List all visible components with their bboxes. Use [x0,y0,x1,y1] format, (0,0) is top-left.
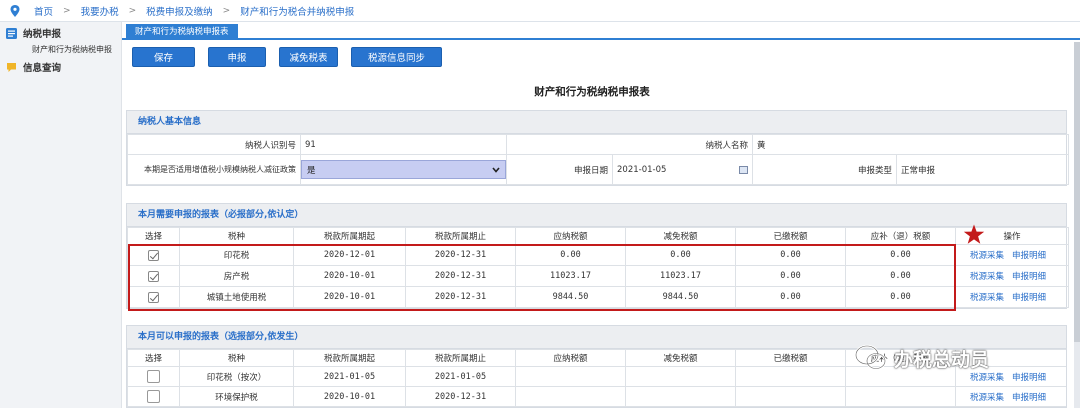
taxpayer-id-label: 纳税人识别号 [127,134,301,155]
source-collect-link[interactable]: 税源采集 [970,393,1004,403]
column-header: 选择 [127,349,180,367]
period-start-cell: 2021-01-05 [293,366,406,387]
tax-type-cell: 印花税（按次） [179,366,294,387]
paid-cell [735,366,846,387]
due-cell [845,386,956,407]
small-scale-select-value: 是 [307,165,316,176]
highlight-box [128,244,956,311]
table-row: 环境保护税 2020-10-01 2020-12-31 税源采集 申报明细 [127,386,1066,407]
breadcrumb-separator: > [222,5,231,16]
breadcrumb-separator: > [63,5,71,16]
column-header: 减免税额 [625,227,736,245]
source-collect-link[interactable]: 税源采集 [970,251,1004,261]
reduce-cell [625,366,736,387]
declare-button[interactable]: 申报 [208,47,266,67]
column-header: 选择 [127,227,180,245]
declare-detail-link[interactable]: 申报明细 [1012,373,1046,383]
period-start-cell: 2020-10-01 [293,386,406,407]
breadcrumb-current[interactable]: 财产和行为税合并纳税申报 [240,4,354,18]
select-cell [127,366,180,387]
star-icon [963,224,985,244]
basic-info-table: 纳税人识别号 91 纳税人名称 黄 本期是否适用增值税小规模纳税人减征政策 是 … [127,134,1070,185]
sync-source-button[interactable]: 税源信息同步 [351,47,442,67]
column-header: 减免税额 [625,349,736,367]
small-scale-select[interactable]: 是 [301,160,506,179]
sidebar-item-property-declare[interactable]: 财产和行为税纳税申报 [0,42,121,58]
date-value: 2021-01-05 [617,164,667,175]
save-button[interactable]: 保存 [132,47,195,67]
watermark-text: 办税总动员 [894,348,990,371]
watermark: 办税总动员 [854,344,989,372]
actions-cell: 税源采集 申报明细 [955,265,1069,287]
payable-cell [515,366,626,387]
payable-cell [515,386,626,407]
date-label: 申报日期 [506,154,613,185]
sidebar-group-label: 纳税申报 [23,29,62,40]
paid-cell [735,386,846,407]
calendar-icon[interactable] [739,165,749,174]
column-header: 税种 [179,349,294,367]
tab-property-declare[interactable]: 财产和行为税纳税申报表 [126,24,238,40]
breadcrumb-home[interactable]: 首页 [34,4,53,18]
row-checkbox[interactable] [147,370,160,383]
source-collect-link[interactable]: 税源采集 [970,373,1004,383]
column-header: 应纳税额 [515,349,626,367]
vertical-scrollbar[interactable] [1074,42,1080,408]
column-header: 税种 [179,227,294,245]
row-checkbox[interactable] [147,390,160,403]
sidebar-group-query[interactable]: 信息查询 [0,58,121,76]
actions-cell: 税源采集 申报明细 [955,244,1069,266]
breadcrumb-bar: 首页 > 我要办税 > 税费申报及缴纳 > 财产和行为税合并纳税申报 [0,0,1080,22]
column-header: 应补（退）税额 [845,227,956,245]
declare-detail-link[interactable]: 申报明细 [1012,251,1046,261]
chevron-down-icon [492,166,500,173]
declare-type-label: 申报类型 [752,154,898,185]
declare-detail-link[interactable]: 申报明细 [1012,272,1046,282]
column-header: 税款所属期止 [405,227,516,245]
period-end-cell: 2021-01-05 [405,366,516,387]
taxpayer-name-label: 纳税人名称 [505,134,754,155]
tab-bar: 财产和行为税纳税申报表 [122,22,1080,40]
source-collect-link[interactable]: 税源采集 [970,293,1004,303]
breadcrumb-separator: > [128,5,137,16]
breadcrumb-declare-pay[interactable]: 税费申报及缴纳 [146,4,213,18]
column-header: 已缴税额 [735,349,846,367]
wechat-icon [854,344,887,370]
section-title: 本月需要申报的报表（必报部分,依认定） [127,204,1066,227]
report-icon [6,27,17,39]
date-field[interactable]: 2021-01-05 [611,154,754,185]
column-header: 税款所属期起 [293,227,406,245]
scrollbar-thumb[interactable] [1074,42,1080,342]
chat-icon [7,62,16,72]
declare-type-value: 正常申报 [896,154,1070,185]
section-title: 纳税人基本信息 [127,111,1066,134]
source-collect-link[interactable]: 税源采集 [970,272,1004,282]
select-cell [127,386,180,407]
column-header: 已缴税额 [735,227,846,245]
sidebar: 纳税申报 财产和行为税纳税申报 信息查询 [0,22,122,408]
tax-type-cell: 环境保护税 [179,386,294,407]
taxpayer-id-value: 91 [300,134,507,155]
column-header: 税款所属期止 [405,349,516,367]
sidebar-group-declare[interactable]: 纳税申报 [0,24,121,42]
declare-detail-link[interactable]: 申报明细 [1012,293,1046,303]
declare-detail-link[interactable]: 申报明细 [1012,393,1046,403]
small-scale-label: 本期是否适用增值税小规模纳税人减征政策 [127,154,301,185]
sidebar-group-label: 信息查询 [23,63,62,74]
reduce-cell [625,386,736,407]
taxpayer-name-value: 黄 [752,134,1070,155]
breadcrumb-my-tax[interactable]: 我要办税 [81,4,119,18]
column-header: 应纳税额 [515,227,626,245]
actions-cell: 税源采集 申报明细 [955,286,1069,308]
location-pin-icon [10,4,20,17]
table-header-row: 选择 税种 税款所属期起 税款所属期止 应纳税额 减免税额 已缴税额 应补（退）… [127,227,1069,245]
period-end-cell: 2020-12-31 [405,386,516,407]
actions-cell: 税源采集 申报明细 [955,386,1066,407]
reduce-table-button[interactable]: 减免税表 [279,47,338,67]
column-header: 税款所属期起 [293,349,406,367]
basic-info-section: 纳税人基本信息 纳税人识别号 91 纳税人名称 黄 本期是否适用增值税小规模纳税… [126,110,1070,186]
toolbar: 保存 申报 减免税表 税源信息同步 [122,40,1080,74]
report-title: 财产和行为税纳税申报表 [534,86,650,98]
small-scale-cell: 是 [300,154,507,185]
